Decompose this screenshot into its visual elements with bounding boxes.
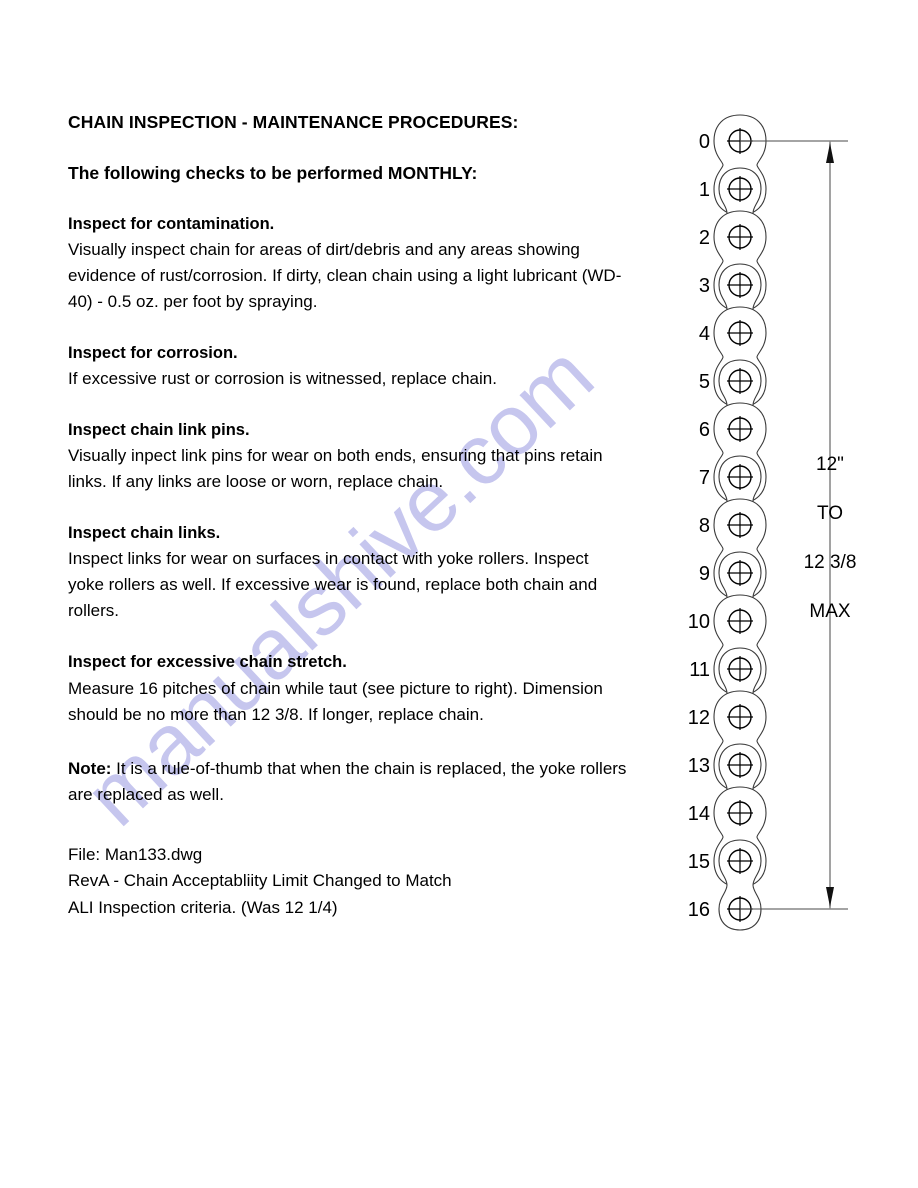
dimension-label: 12 3/8: [804, 552, 857, 573]
section-body: Inspect links for wear on surfaces in co…: [68, 549, 598, 621]
file-info-block: File: Man133.dwg RevA - Chain Acceptabli…: [68, 842, 628, 923]
section-heading: Inspect for corrosion.: [68, 344, 238, 363]
section-body: Visually inpect link pins for wear on bo…: [68, 446, 603, 492]
pin-number-label: 12: [688, 707, 710, 729]
pin-number-label: 2: [699, 227, 710, 249]
procedure-text-column: CHAIN INSPECTION - MAINTENANCE PROCEDURE…: [68, 112, 628, 922]
file-info-line: File: Man133.dwg: [68, 844, 203, 864]
page-title: CHAIN INSPECTION - MAINTENANCE PROCEDURE…: [68, 112, 519, 132]
pin-number-label: 11: [689, 659, 710, 681]
pin-label-group: 012345678910111213141516: [688, 131, 710, 921]
pin-number-label: 10: [688, 611, 710, 633]
pin-number-label: 0: [699, 131, 710, 153]
dimension-label: MAX: [809, 601, 851, 622]
dimension-label: 12": [816, 454, 844, 475]
document-page: manualshive.com CHAIN INSPECTION - MAINT…: [0, 0, 918, 1188]
pin-number-label: 15: [688, 851, 710, 873]
section-body: Measure 16 pitches of chain while taut (…: [68, 678, 603, 724]
note-paragraph: Note: It is a rule-of-thumb that when th…: [68, 756, 628, 808]
pin-number-label: 9: [699, 563, 710, 585]
section-chain-stretch: Inspect for excessive chain stretch. Mea…: [68, 652, 628, 727]
pin-number-label: 4: [699, 323, 710, 345]
chain-pitch-measurement-diagram: 0 1 2 3 4 5 6 7 8 9 10 11 12 13 14 15 16 12" TO 12 3/8 MAX: [660, 100, 918, 960]
section-chain-links: Inspect chain links. Inspect links for w…: [68, 523, 628, 624]
section-body: If excessive rust or corrosion is witnes…: [68, 369, 497, 389]
pin-number-label: 16: [688, 899, 710, 921]
section-heading: Inspect chain links.: [68, 524, 221, 543]
page-subtitle: The following checks to be performed MON…: [68, 163, 478, 183]
dimension-arrowhead-up: [826, 143, 834, 163]
section-body: Visually inspect chain for areas of dirt…: [68, 240, 622, 312]
file-info-line: ALI Inspection criteria. (Was 12 1/4): [68, 898, 338, 918]
pin-number-label: 8: [699, 515, 710, 537]
section-corrosion: Inspect for corrosion. If excessive rust…: [68, 343, 628, 392]
section-heading: Inspect chain link pins.: [68, 421, 250, 440]
section-heading: Inspect for excessive chain stretch.: [68, 653, 347, 672]
pin-number-label: 5: [699, 371, 710, 393]
section-contamination: Inspect for contamination. Visually insp…: [68, 214, 628, 315]
section-chain-link-pins: Inspect chain link pins. Visually inpect…: [68, 420, 628, 495]
dimension-label: TO: [817, 503, 843, 524]
pin-number-label: 3: [699, 275, 710, 297]
file-info-line: RevA - Chain Acceptabliity Limit Changed…: [68, 871, 452, 891]
note-text: It is a rule-of-thumb that when the chai…: [68, 758, 627, 804]
pin-number-label: 14: [688, 803, 710, 825]
pin-number-label: 7: [699, 467, 710, 489]
pin-number-label: 6: [699, 419, 710, 441]
dimension-arrowhead-down: [826, 887, 834, 907]
section-heading: Inspect for contamination.: [68, 215, 275, 233]
pin-number-label: 1: [699, 179, 710, 201]
note-label: Note:: [68, 758, 112, 778]
chain-diagram-svg: 012345678910111213141516 12"TO12 3/8MAX: [688, 114, 857, 931]
pin-number-label: 13: [688, 755, 710, 777]
